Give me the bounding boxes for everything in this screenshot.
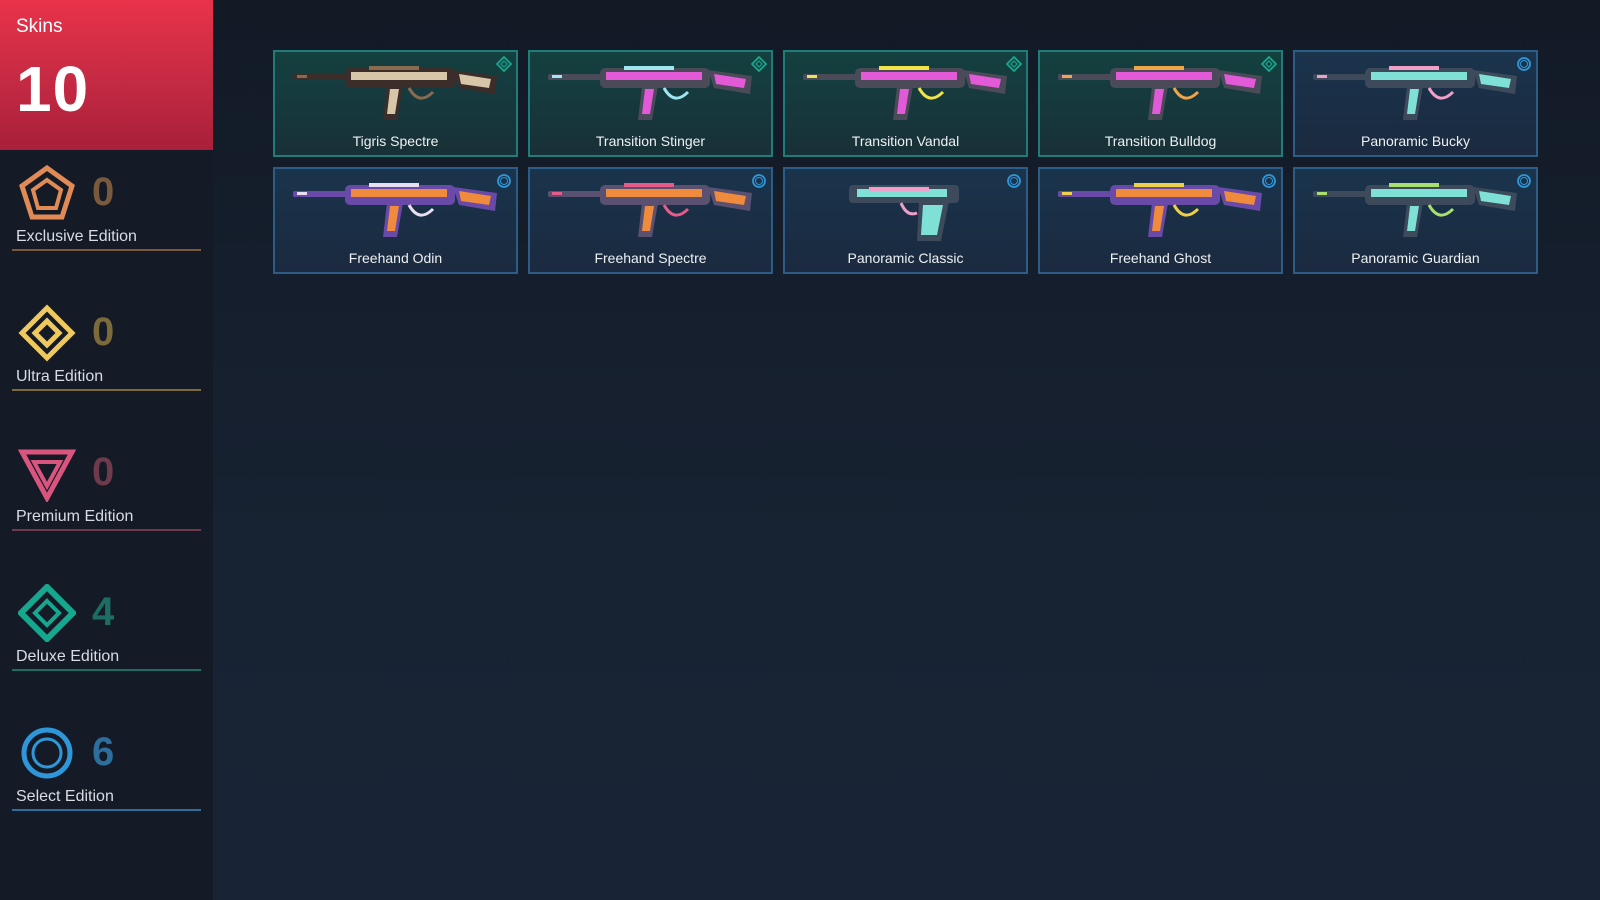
tier-divider [12,809,201,811]
skin-name: Tigris Spectre [352,133,439,149]
weapon-image [544,175,757,247]
select-tier-badge-icon [496,173,512,189]
ultra-label: Ultra Edition [16,368,104,385]
skin-card[interactable]: Transition Vandal [783,50,1028,157]
select-tier-badge-icon [1516,56,1532,72]
tier-sidebar: Skins 10 0 Exclusive Edition 0 Ultra Edi… [0,0,213,900]
skin-grid: Tigris Spectre Transition Stinger Transiti… [273,50,1538,274]
ultra-count: 0 [92,310,115,354]
skin-name: Freehand Ghost [1109,250,1212,266]
exclusive-label: Exclusive Edition [16,228,137,245]
deluxe-count: 4 [92,590,115,634]
skin-name: Transition Vandal [851,133,960,149]
weapon-image [1309,58,1522,130]
skin-card[interactable]: Transition Stinger [528,50,773,157]
deluxe-tier-badge-icon [1261,56,1277,72]
exclusive-count: 0 [92,170,115,214]
total-skins-count: 10 [16,53,90,125]
select-tier-badge-icon [1261,173,1277,189]
skin-card[interactable]: Freehand Spectre [528,167,773,274]
tier-divider [12,529,201,531]
weapon-image [1054,58,1267,130]
skin-card[interactable]: Freehand Ghost [1038,167,1283,274]
tier-divider [12,249,201,251]
tier-ultra[interactable]: 0 Ultra Edition [12,290,201,391]
ultra-tier-icon [18,304,76,362]
weapon-image [1054,175,1267,247]
tier-deluxe[interactable]: 4 Deluxe Edition [12,570,201,671]
premium-tier-icon [18,444,76,502]
skin-card[interactable]: Panoramic Bucky [1293,50,1538,157]
weapon-image [799,175,1012,247]
select-tier-badge-icon [751,173,767,189]
weapon-image [289,58,502,130]
total-skins-label: Skins [16,16,63,37]
skin-name: Transition Bulldog [1104,133,1217,149]
skin-name: Panoramic Classic [847,250,964,266]
deluxe-label: Deluxe Edition [16,648,120,665]
skin-name: Panoramic Bucky [1361,133,1470,149]
tier-select[interactable]: 6 Select Edition [12,710,201,811]
skin-name: Transition Stinger [595,133,706,149]
tier-premium[interactable]: 0 Premium Edition [12,430,201,531]
tier-divider [12,669,201,671]
tier-exclusive[interactable]: 0 Exclusive Edition [12,150,201,251]
select-tier-badge-icon [1516,173,1532,189]
select-label: Select Edition [16,788,114,805]
select-tier-badge-icon [1006,173,1022,189]
weapon-image [799,58,1012,130]
deluxe-tier-badge-icon [496,56,512,72]
skin-name: Freehand Odin [348,250,443,266]
select-tier-icon [18,724,76,782]
skin-card[interactable]: Transition Bulldog [1038,50,1283,157]
skin-card[interactable]: Freehand Odin [273,167,518,274]
collection-screen: Skins 10 0 Exclusive Edition 0 Ultra Edi… [0,0,1600,900]
premium-label: Premium Edition [16,508,134,525]
skin-card[interactable]: Tigris Spectre [273,50,518,157]
exclusive-tier-icon [18,164,76,222]
deluxe-tier-icon [18,584,76,642]
skin-name: Panoramic Guardian [1351,250,1480,266]
skin-card[interactable]: Panoramic Guardian [1293,167,1538,274]
skin-card[interactable]: Panoramic Classic [783,167,1028,274]
premium-count: 0 [92,450,115,494]
weapon-image [1309,175,1522,247]
tier-divider [12,389,201,391]
select-count: 6 [92,730,115,774]
total-skins-card: Skins 10 [0,0,213,150]
weapon-image [544,58,757,130]
deluxe-tier-badge-icon [751,56,767,72]
skin-name: Freehand Spectre [594,250,707,266]
weapon-image [289,175,502,247]
deluxe-tier-badge-icon [1006,56,1022,72]
